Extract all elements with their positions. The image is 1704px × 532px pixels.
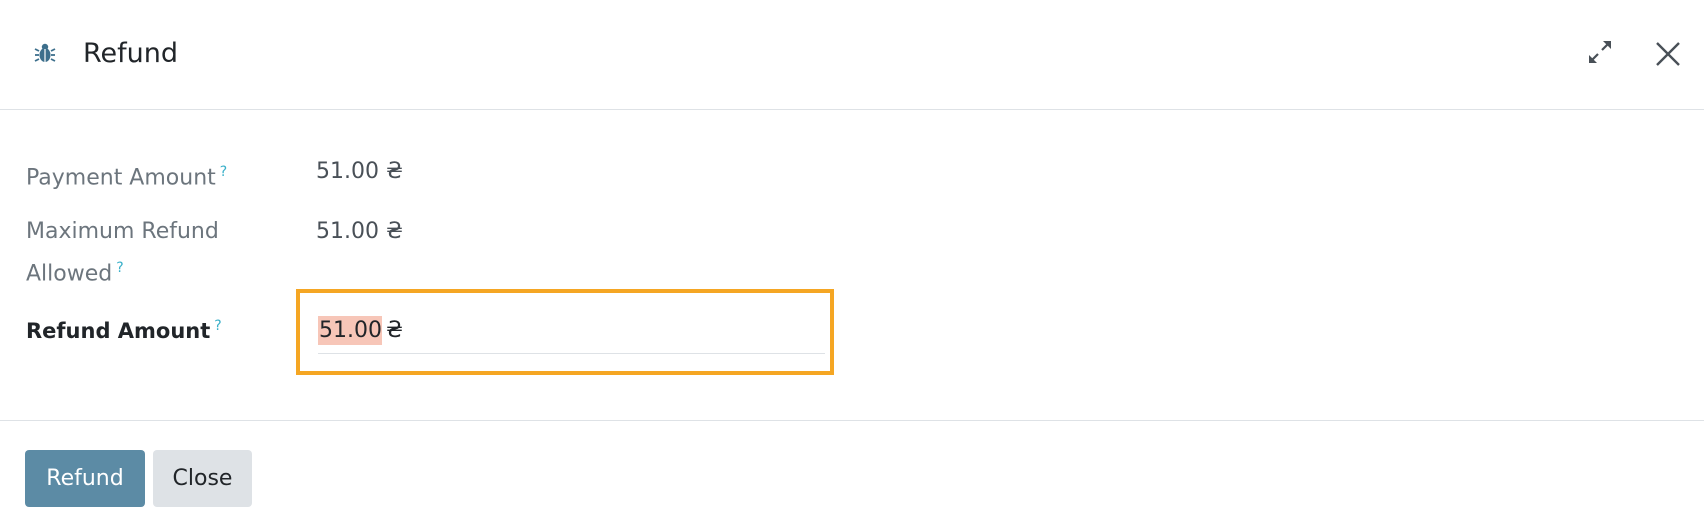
refund-amount-label: Refund Amount? bbox=[26, 318, 222, 343]
max-refund-value: 51.00 ₴ bbox=[316, 219, 404, 244]
refund-amount-field[interactable]: ₴ bbox=[318, 308, 825, 354]
expand-arrows-icon bbox=[1585, 37, 1615, 71]
close-button[interactable]: Close bbox=[153, 450, 252, 507]
payment-amount-help[interactable]: ? bbox=[220, 164, 227, 180]
refund-amount-input[interactable] bbox=[318, 316, 382, 345]
expand-button[interactable] bbox=[1582, 36, 1618, 72]
refund-dialog: Refund Payment Amount? 51.00 ₴ Maximum R… bbox=[0, 0, 1704, 532]
dialog-header: Refund bbox=[0, 0, 1704, 110]
dialog-footer: Refund Close bbox=[0, 421, 1704, 532]
dialog-body: Payment Amount? 51.00 ₴ Maximum Refund A… bbox=[0, 110, 1704, 421]
dialog-title: Refund bbox=[83, 38, 179, 69]
refund-button[interactable]: Refund bbox=[25, 450, 145, 507]
close-icon bbox=[1653, 39, 1683, 73]
close-dialog-button[interactable] bbox=[1648, 36, 1688, 76]
max-refund-help[interactable]: ? bbox=[116, 260, 123, 276]
payment-amount-value: 51.00 ₴ bbox=[316, 159, 404, 184]
payment-amount-label: Payment Amount? bbox=[26, 164, 228, 191]
currency-symbol: ₴ bbox=[386, 318, 404, 343]
bug-icon bbox=[32, 40, 58, 66]
max-refund-label: Maximum Refund Allowed? bbox=[26, 219, 219, 287]
refund-amount-help[interactable]: ? bbox=[214, 318, 221, 334]
